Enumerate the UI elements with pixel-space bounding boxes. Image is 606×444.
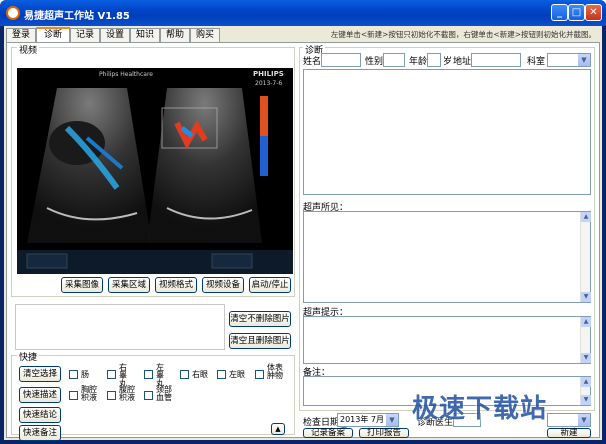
age-unit-label: 岁 — [443, 57, 453, 67]
age-input[interactable] — [427, 53, 441, 67]
collapse-up-icon[interactable]: ▲ — [271, 423, 285, 435]
maximize-button[interactable]: □ — [568, 4, 585, 21]
tab-diagnosis[interactable]: 诊断 — [36, 27, 70, 42]
hints-scrollbar[interactable]: ▲ ▼ — [580, 317, 591, 363]
checkbox-left-eye-label: 左眼 — [229, 370, 245, 379]
checkbox-neck-vessels[interactable] — [144, 391, 153, 400]
tab-knowledge[interactable]: 知识 — [130, 28, 160, 42]
tab-page: 视频 Philips Healthcare PHILIPS 2013-7-6 采… — [6, 42, 600, 441]
capture-region-button[interactable]: 采集区域 — [108, 277, 150, 293]
chevron-down-icon: ▼ — [578, 54, 590, 66]
quick-conclusion-button[interactable]: 快速结论 — [19, 407, 61, 423]
checkbox-left-eye[interactable] — [217, 370, 226, 379]
clear-delete-images-button[interactable]: 清空且删除图片 — [229, 333, 291, 349]
age-label: 年龄 — [409, 57, 428, 67]
address-input[interactable] — [471, 53, 521, 67]
tab-login[interactable]: 登录 — [6, 28, 36, 42]
clear-selection-button[interactable]: 清空选择 — [19, 366, 61, 382]
notes-scrollbar[interactable]: ▲ ▼ — [580, 377, 591, 405]
exam-date-label: 检查日期 — [303, 418, 340, 428]
sex-label: 性别 — [365, 57, 384, 67]
print-report-button[interactable]: 打印报告 — [359, 428, 409, 438]
checkbox-right-eye[interactable] — [180, 370, 189, 379]
title-bar[interactable]: 易捷超声工作站 V1.85 _ □ ✕ — [0, 0, 606, 26]
name-input[interactable] — [321, 53, 361, 67]
ultrasound-image — [17, 68, 293, 274]
tab-settings[interactable]: 设置 — [100, 28, 130, 42]
chevron-down-icon: ▼ — [386, 414, 398, 426]
client-area: 登录 诊断 记录 设置 知识 帮助 购买 左键单击<新建>按钮只初始化不截图，右… — [4, 26, 602, 441]
quick-notes-button[interactable]: 快速备注 — [19, 425, 61, 441]
exam-date-picker[interactable]: 2013年 7月 6日 ▼ — [337, 413, 399, 436]
checkbox-ascites-label: 腹腔积液 — [119, 385, 135, 402]
start-stop-button[interactable]: 启动/停止 — [249, 277, 291, 293]
image-thumbnail-area[interactable] — [15, 304, 225, 350]
findings-textarea[interactable]: ▲ ▼ — [303, 211, 591, 303]
capture-image-button[interactable]: 采集图像 — [61, 277, 103, 293]
video-device-button[interactable]: 视频设备 — [202, 277, 244, 293]
app-window: 易捷超声工作站 V1.85 _ □ ✕ 登录 诊断 记录 设置 知识 帮助 购买… — [0, 0, 606, 444]
checkbox-neck-vessels-label: 颈部血管 — [156, 385, 172, 402]
department-select[interactable]: ▼ — [547, 53, 591, 67]
tab-purchase[interactable]: 购买 — [190, 28, 220, 42]
department-label: 科室 — [527, 57, 546, 67]
save-record-button[interactable]: 记录备案 — [303, 428, 353, 438]
overlay-vendor: Philips Healthcare — [99, 71, 153, 78]
report-select[interactable]: ▼ — [547, 413, 591, 427]
findings-scrollbar[interactable]: ▲ ▼ — [580, 212, 591, 302]
clear-keep-images-button[interactable]: 清空不删除图片 — [229, 311, 291, 327]
checkbox-surface-mass-label: 体表肿物 — [267, 363, 283, 380]
hints-textarea[interactable]: ▲ ▼ — [303, 316, 591, 364]
tab-records[interactable]: 记录 — [70, 28, 100, 42]
window-title: 易捷超声工作站 V1.85 — [24, 11, 130, 22]
overlay-brand: PHILIPS — [253, 70, 284, 78]
quick-description-button[interactable]: 快速描述 — [19, 387, 61, 403]
app-icon — [6, 6, 20, 20]
checkbox-left-testis[interactable] — [144, 370, 153, 379]
new-button[interactable]: 新建 — [547, 428, 591, 438]
description-textarea[interactable] — [303, 69, 591, 195]
watermark-text: 极速下载站 — [412, 394, 548, 424]
address-label: 地址 — [453, 57, 472, 67]
checkbox-surface-mass[interactable] — [255, 370, 264, 379]
chevron-down-icon: ▼ — [578, 414, 590, 426]
quick-group-label: 快捷 — [17, 350, 40, 363]
checkbox-right-testis[interactable] — [107, 370, 116, 379]
checkbox-intestine-label: 肠 — [81, 370, 89, 379]
video-group-label: 视频 — [17, 43, 40, 56]
name-label: 姓名 — [303, 57, 322, 67]
overlay-date: 2013-7-6 — [255, 80, 283, 87]
minimize-button[interactable]: _ — [551, 4, 568, 21]
checkbox-intestine[interactable] — [69, 370, 78, 379]
close-button[interactable]: ✕ — [585, 4, 602, 21]
ultrasound-video: Philips Healthcare PHILIPS 2013-7-6 — [17, 68, 293, 274]
tab-help[interactable]: 帮助 — [160, 28, 190, 42]
checkbox-pleural-effusion-label: 胸腔积液 — [81, 385, 97, 402]
checkbox-right-eye-label: 右眼 — [192, 370, 208, 379]
sex-input[interactable] — [383, 53, 405, 67]
checkbox-pleural-effusion[interactable] — [69, 391, 78, 400]
checkbox-ascites[interactable] — [107, 391, 116, 400]
video-format-button[interactable]: 视频格式 — [155, 277, 197, 293]
usage-hint: 左键单击<新建>按钮只初始化不截图，右键单击<新建>按钮则初始化并截图。 — [330, 30, 596, 39]
